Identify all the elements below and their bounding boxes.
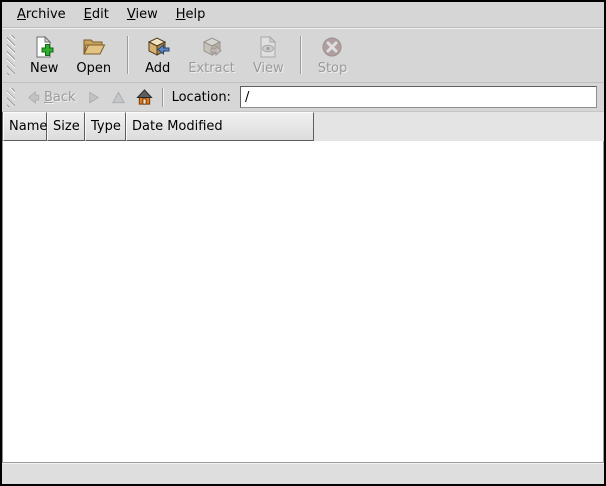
home-button[interactable] xyxy=(131,87,158,108)
status-bar xyxy=(2,463,604,484)
add-files-icon xyxy=(146,35,170,59)
new-button-label: New xyxy=(30,61,58,76)
home-icon xyxy=(136,89,153,106)
menu-bar: Archive Edit View Help xyxy=(2,2,604,28)
main-toolbar: New Open Add xyxy=(2,28,604,83)
column-header-row: Name Size Type Date Modified xyxy=(2,112,604,141)
new-archive-icon xyxy=(32,35,56,59)
add-button-label: Add xyxy=(145,61,170,76)
back-arrow-icon xyxy=(26,90,41,105)
open-button-label: Open xyxy=(76,61,111,76)
forward-arrow-icon xyxy=(86,90,101,105)
up-arrow-icon xyxy=(111,90,126,105)
menu-archive[interactable]: Archive xyxy=(8,3,75,26)
view-file-button[interactable]: View xyxy=(244,31,293,80)
stop-button-label: Stop xyxy=(318,61,348,76)
navbar-grip-handle[interactable] xyxy=(7,88,15,107)
menu-archive-label: Archive xyxy=(17,7,66,22)
column-header-size[interactable]: Size xyxy=(47,112,85,141)
toolbar-grip-handle[interactable] xyxy=(7,35,15,75)
file-list-area[interactable] xyxy=(2,141,604,463)
view-button-label: View xyxy=(253,61,284,76)
menu-edit-label: Edit xyxy=(84,7,109,22)
stop-button[interactable]: Stop xyxy=(309,31,357,80)
column-header-type[interactable]: Type xyxy=(85,112,126,141)
menu-help-label: Help xyxy=(176,7,206,22)
extract-button-label: Extract xyxy=(188,61,235,76)
column-header-filler xyxy=(314,112,604,141)
column-header-name[interactable]: Name xyxy=(3,112,47,141)
navigation-bar: Back Location: xyxy=(2,83,604,112)
back-button-label: Back xyxy=(44,90,76,105)
view-file-icon xyxy=(256,35,280,59)
archive-manager-window: Archive Edit View Help New Ope xyxy=(0,0,606,486)
stop-icon xyxy=(320,35,344,59)
location-label: Location: xyxy=(172,90,231,105)
menu-edit[interactable]: Edit xyxy=(75,3,118,26)
open-archive-button[interactable]: Open xyxy=(67,31,120,80)
location-input[interactable] xyxy=(240,86,597,108)
extract-icon xyxy=(200,35,224,59)
navbar-separator xyxy=(162,88,164,107)
toolbar-separator xyxy=(300,36,302,74)
add-files-button[interactable]: Add xyxy=(136,31,179,80)
extract-button[interactable]: Extract xyxy=(179,31,244,80)
menu-view-label: View xyxy=(127,7,158,22)
forward-button[interactable] xyxy=(81,88,106,107)
open-archive-icon xyxy=(82,35,106,59)
menu-view[interactable]: View xyxy=(118,3,167,26)
menu-help[interactable]: Help xyxy=(167,3,215,26)
up-button[interactable] xyxy=(106,88,131,107)
column-header-date-modified[interactable]: Date Modified xyxy=(126,112,314,141)
new-archive-button[interactable]: New xyxy=(21,31,67,80)
back-button[interactable]: Back xyxy=(21,88,81,107)
toolbar-separator xyxy=(127,36,129,74)
